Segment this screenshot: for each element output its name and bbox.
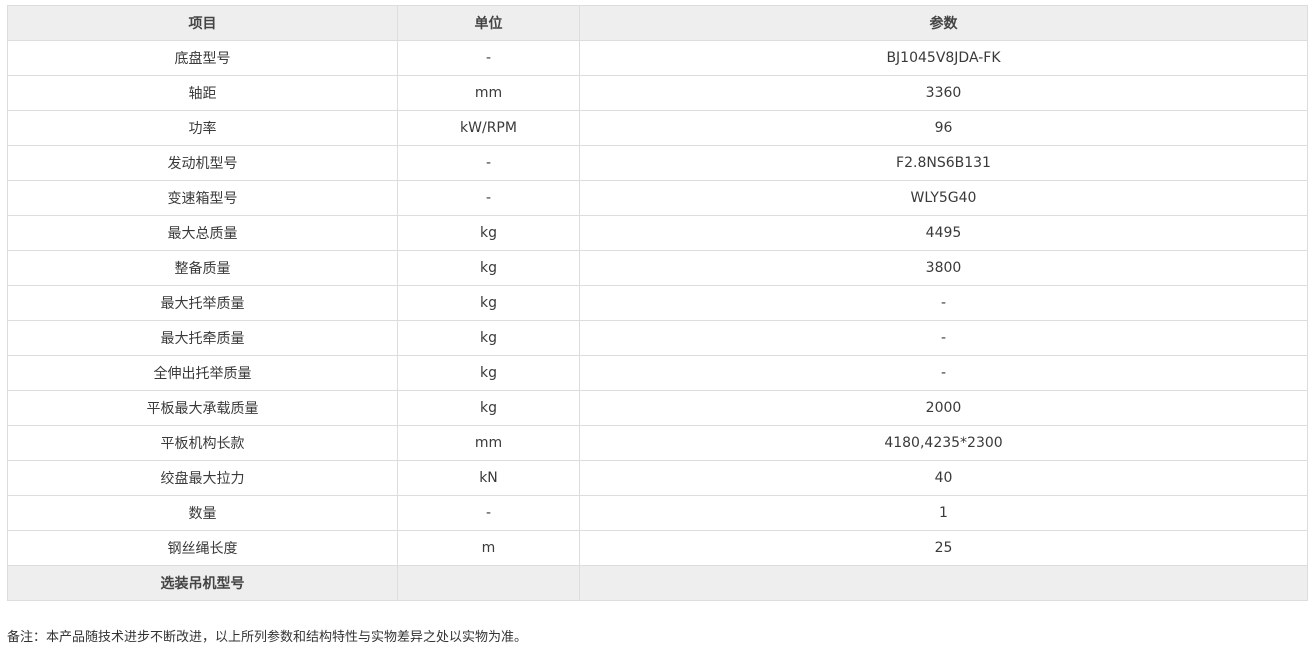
item-cell: 平板机构长款 (7, 425, 398, 461)
value-cell: 1 (579, 495, 1308, 531)
footnote: 备注：本产品随技术进步不断改进，以上所列参数和结构特性与实物差异之处以实物为准。 (7, 630, 528, 645)
unit-cell: - (397, 40, 580, 76)
item-cell: 最大总质量 (7, 215, 398, 251)
table-row: 发动机型号 - F2.8NS6B131 (7, 145, 1308, 181)
value-cell: - (579, 320, 1308, 356)
item-cell: 底盘型号 (7, 40, 398, 76)
header-parameter: 参数 (579, 5, 1308, 41)
table-row: 钢丝绳长度 m 25 (7, 530, 1308, 566)
value-cell: 4180,4235*2300 (579, 425, 1308, 461)
spec-table: 项目 单位 参数 底盘型号 - BJ1045V8JDA-FK 轴距 mm 336… (7, 5, 1308, 601)
optional-crane-section-row: 选装吊机型号 (7, 565, 1308, 601)
unit-cell: kW/RPM (397, 110, 580, 146)
unit-cell: m (397, 530, 580, 566)
unit-cell: kg (397, 250, 580, 286)
value-cell: 2000 (579, 390, 1308, 426)
table-row: 绞盘最大拉力 kN 40 (7, 460, 1308, 496)
section-unit (397, 565, 580, 601)
item-cell: 绞盘最大拉力 (7, 460, 398, 496)
header-unit: 单位 (397, 5, 580, 41)
item-cell: 轴距 (7, 75, 398, 111)
value-cell: F2.8NS6B131 (579, 145, 1308, 181)
item-cell: 整备质量 (7, 250, 398, 286)
table-row: 最大总质量 kg 4495 (7, 215, 1308, 251)
item-cell: 变速箱型号 (7, 180, 398, 216)
item-cell: 全伸出托举质量 (7, 355, 398, 391)
item-cell: 数量 (7, 495, 398, 531)
header-item: 项目 (7, 5, 398, 41)
table-row: 变速箱型号 - WLY5G40 (7, 180, 1308, 216)
value-cell: 96 (579, 110, 1308, 146)
unit-cell: kg (397, 285, 580, 321)
table-row: 最大托牵质量 kg - (7, 320, 1308, 356)
value-cell: 3800 (579, 250, 1308, 286)
item-cell: 最大托牵质量 (7, 320, 398, 356)
value-cell: 4495 (579, 215, 1308, 251)
unit-cell: kN (397, 460, 580, 496)
table-row: 平板最大承载质量 kg 2000 (7, 390, 1308, 426)
value-cell: 3360 (579, 75, 1308, 111)
unit-cell: kg (397, 355, 580, 391)
table-header-row: 项目 单位 参数 (7, 5, 1308, 41)
unit-cell: kg (397, 320, 580, 356)
table-row: 轴距 mm 3360 (7, 75, 1308, 111)
item-cell: 功率 (7, 110, 398, 146)
value-cell: 40 (579, 460, 1308, 496)
unit-cell: - (397, 145, 580, 181)
unit-cell: kg (397, 390, 580, 426)
section-label: 选装吊机型号 (7, 565, 398, 601)
item-cell: 钢丝绳长度 (7, 530, 398, 566)
unit-cell: mm (397, 75, 580, 111)
unit-cell: - (397, 495, 580, 531)
item-cell: 平板最大承载质量 (7, 390, 398, 426)
section-value (579, 565, 1308, 601)
value-cell: - (579, 355, 1308, 391)
unit-cell: mm (397, 425, 580, 461)
unit-cell: kg (397, 215, 580, 251)
table-row: 底盘型号 - BJ1045V8JDA-FK (7, 40, 1308, 76)
value-cell: 25 (579, 530, 1308, 566)
table-row: 最大托举质量 kg - (7, 285, 1308, 321)
item-cell: 发动机型号 (7, 145, 398, 181)
value-cell: - (579, 285, 1308, 321)
table-row: 平板机构长款 mm 4180,4235*2300 (7, 425, 1308, 461)
item-cell: 最大托举质量 (7, 285, 398, 321)
unit-cell: - (397, 180, 580, 216)
table-row: 数量 - 1 (7, 495, 1308, 531)
table-row: 功率 kW/RPM 96 (7, 110, 1308, 146)
table-row: 全伸出托举质量 kg - (7, 355, 1308, 391)
spec-page: 项目 单位 参数 底盘型号 - BJ1045V8JDA-FK 轴距 mm 336… (0, 0, 1314, 649)
table-row: 整备质量 kg 3800 (7, 250, 1308, 286)
value-cell: BJ1045V8JDA-FK (579, 40, 1308, 76)
value-cell: WLY5G40 (579, 180, 1308, 216)
